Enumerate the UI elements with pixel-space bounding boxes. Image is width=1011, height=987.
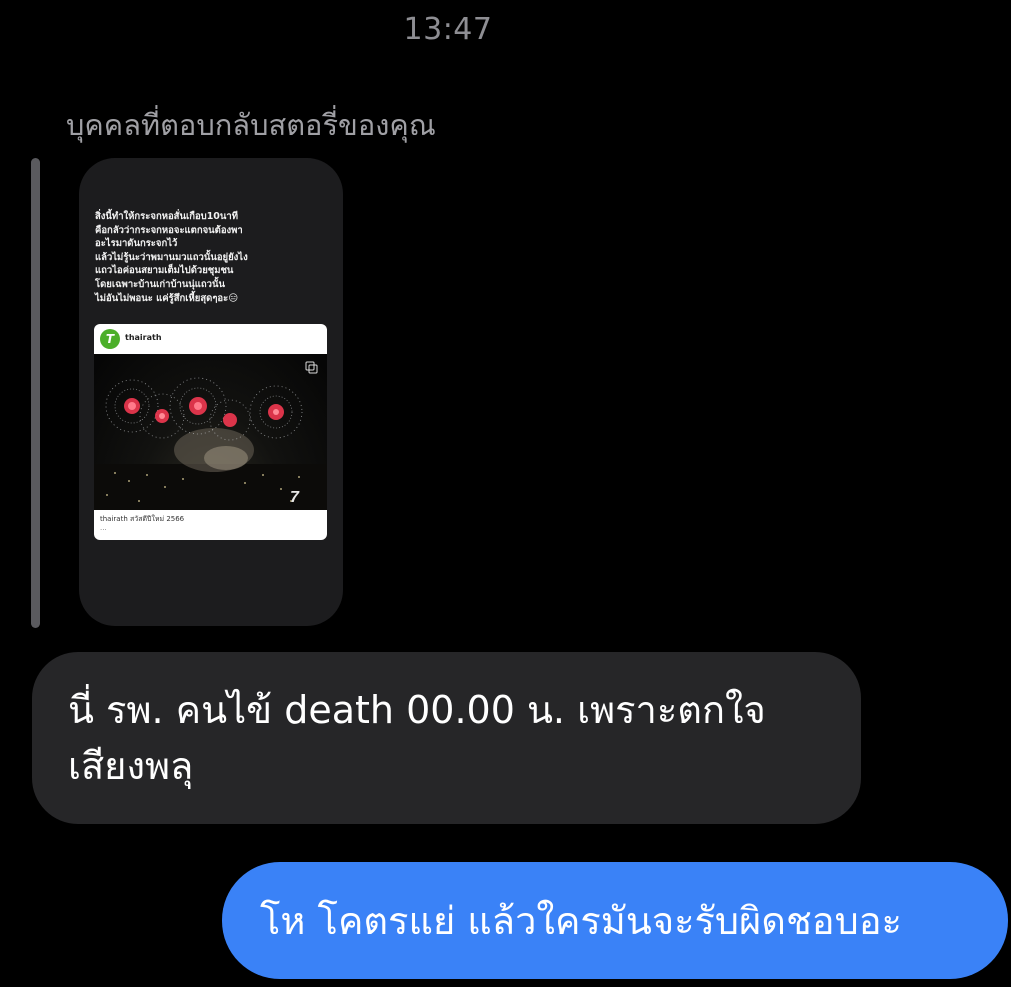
firework-burst-2 xyxy=(139,393,185,439)
outgoing-message-text: โห โคตรแย่ แล้วใครมันจะรับผิดชอบอะ xyxy=(260,899,902,943)
firework-burst-1 xyxy=(105,379,159,433)
incoming-message-bubble[interactable]: นี่ รพ. คนไข้ death 00.00 น. เพราะตกใจเส… xyxy=(32,652,861,824)
avatar: T xyxy=(100,329,120,349)
story-preview-card[interactable]: สิ่งนี้ทำให้กระจกหอสั่นเกือบ10นาที คือกล… xyxy=(79,158,343,626)
firework-burst-3 xyxy=(169,377,227,435)
post-username: thairath xyxy=(125,333,162,342)
chat-screen: { "chat": { "timestamp": "13:47", "reply… xyxy=(0,0,1011,987)
reply-indicator-bar xyxy=(31,158,40,628)
outgoing-message-bubble[interactable]: โห โคตรแย่ แล้วใครมันจะรับผิดชอบอะ xyxy=(222,862,1008,979)
shared-post-card: T thairath 7 thairath สวัสดีปีใหม่ 2566 … xyxy=(94,324,327,540)
post-header: T thairath xyxy=(94,324,327,354)
fireworks-image: 7 xyxy=(94,361,327,510)
post-caption: thairath สวัสดีปีใหม่ 2566 xyxy=(100,515,185,523)
svg-text:7: 7 xyxy=(290,489,300,506)
incoming-message-text: นี่ รพ. คนไข้ death 00.00 น. เพราะตกใจเส… xyxy=(68,688,766,788)
fireworks-photo: 7 xyxy=(94,354,327,510)
story-text: สิ่งนี้ทำให้กระจกหอสั่นเกือบ10นาที คือกล… xyxy=(95,211,248,304)
post-caption-more: ... xyxy=(100,524,107,532)
story-reply-caption: บุคคลที่ตอบกลับสตอรี่ของคุณ xyxy=(66,108,436,142)
message-timestamp: 13:47 xyxy=(403,12,493,47)
firework-burst-5 xyxy=(249,385,303,439)
multi-image-icon xyxy=(305,361,318,374)
